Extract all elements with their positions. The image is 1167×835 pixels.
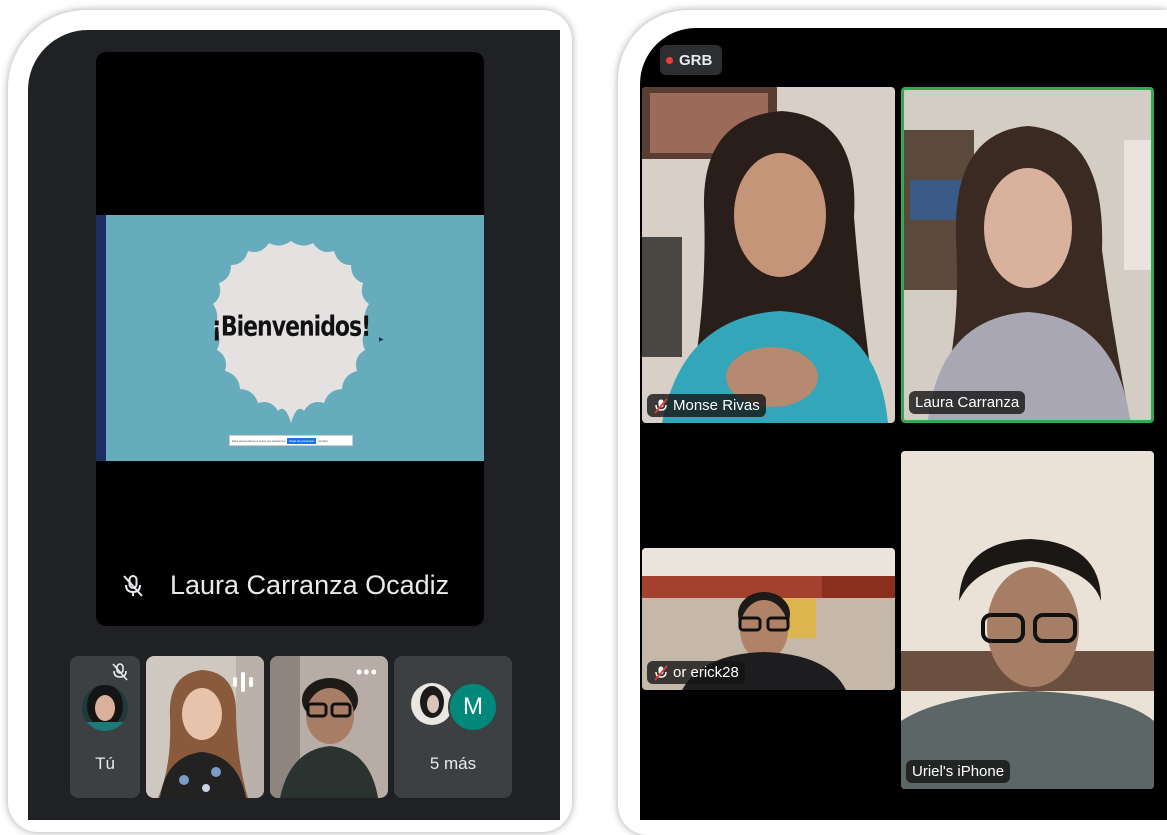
participant-name: Uriel's iPhone — [912, 763, 1005, 780]
self-label: Tú — [95, 754, 115, 773]
video-tile-laura-carranza[interactable]: Laura Carranza — [901, 87, 1154, 423]
participant-name-pill: Laura Carranza — [909, 391, 1026, 414]
participant-video — [901, 451, 1154, 789]
video-tile-or-erick28[interactable]: or erick28 — [642, 548, 895, 690]
participant-name: Monse Rivas — [673, 397, 760, 414]
mic-muted-icon — [654, 397, 668, 414]
main-presentation-tile[interactable]: ¡Bienvenidos! ▶ Está presentando a todos… — [96, 52, 484, 626]
participant-name-pill: Monse Rivas — [647, 394, 766, 417]
meet-screen: ¡Bienvenidos! ▶ Está presentando a todos… — [28, 30, 560, 820]
left-phone-frame: ¡Bienvenidos! ▶ Está presentando a todos… — [8, 10, 572, 832]
mic-off-icon — [112, 663, 128, 681]
more-options-icon[interactable]: ••• — [356, 662, 378, 683]
participant-name-pill: or erick28 — [647, 661, 745, 684]
recording-indicator[interactable]: GRB — [660, 45, 722, 75]
participant-name: Laura Carranza — [915, 394, 1020, 411]
more-participants-label: 5 más — [429, 754, 477, 773]
presenting-notice: Está presentando a todos los asistentes — [232, 438, 286, 443]
avatar-letter: M — [463, 693, 483, 720]
user-avatar — [82, 685, 128, 731]
recording-label: GRB — [679, 51, 713, 69]
speaking-indicator-icon — [233, 672, 253, 692]
participant-video — [642, 87, 895, 423]
video-tile-uriels-iphone[interactable]: Uriel's iPhone — [901, 451, 1154, 789]
presenting-banner: Está presentando a todos los asistentes … — [229, 435, 353, 446]
main-speaker-label: Laura Carranza Ocadiz — [120, 570, 449, 601]
hide-banner-button[interactable]: Ocultar — [318, 439, 328, 443]
right-phone-frame: GRB Monse Rivas Laura Carranza or erick2… — [618, 10, 1167, 835]
mic-off-icon — [123, 574, 143, 597]
slide-edge — [96, 215, 106, 461]
participant-thumbnail-1[interactable] — [146, 656, 264, 798]
stop-presenting-button[interactable]: Dejar de presentar — [287, 437, 317, 444]
participant-name-pill: Uriel's iPhone — [906, 760, 1011, 783]
participant-thumbnail-2[interactable]: ••• — [270, 656, 388, 798]
self-thumbnail[interactable]: Tú — [70, 656, 140, 798]
slide-title: ¡Bienvenidos! — [211, 311, 371, 344]
participant-avatar-letter: M — [448, 682, 498, 732]
cursor-arrow-icon: ▶ — [379, 337, 384, 343]
video-tile-monse-rivas[interactable]: Monse Rivas — [642, 87, 895, 423]
main-speaker-name: Laura Carranza Ocadiz — [170, 570, 450, 600]
mic-muted-icon — [654, 664, 668, 681]
zoom-gallery-screen: GRB Monse Rivas Laura Carranza or erick2… — [640, 28, 1167, 820]
participant-name: or erick28 — [673, 664, 739, 681]
record-dot-icon — [666, 56, 673, 64]
more-participants-thumbnail[interactable]: M 5 más — [394, 656, 512, 798]
participant-video — [904, 90, 1151, 420]
presentation-slide: ¡Bienvenidos! ▶ Está presentando a todos… — [106, 215, 484, 461]
